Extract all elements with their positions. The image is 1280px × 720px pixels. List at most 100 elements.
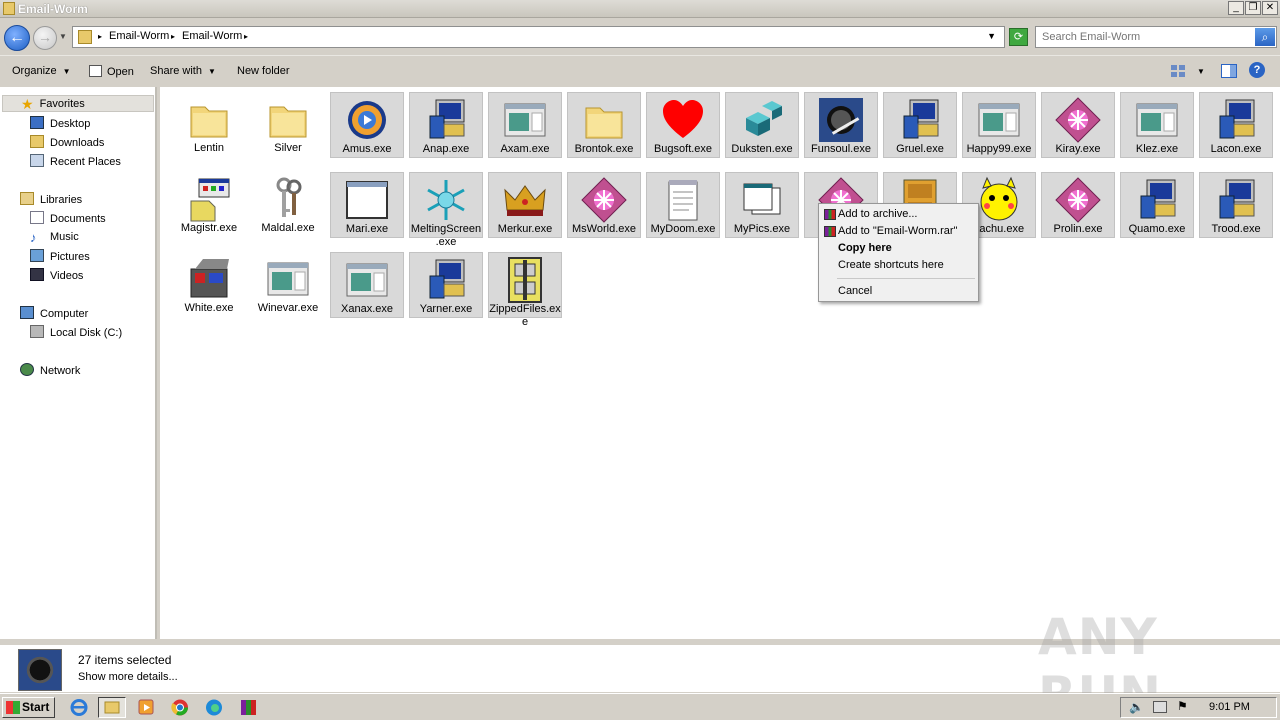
view-dropdown-icon[interactable]: ▼ [1197,67,1205,76]
file-name-label: Maldal.exe [261,222,315,234]
file-item[interactable]: Winevar.exe [251,252,325,318]
start-button[interactable]: Start [2,697,55,718]
menu-add-to-rar[interactable]: Add to "Email-Worm.rar" [821,223,976,240]
action-center-flag-icon[interactable]: ⚑ [1177,699,1188,713]
share-with-button[interactable]: Share with ▼ [150,65,216,77]
nav-pictures[interactable]: Pictures [30,249,90,266]
file-item[interactable]: Maldal.exe [251,172,325,238]
preview-pane-icon[interactable] [1221,64,1237,78]
recent-pages-dropdown-icon[interactable]: ▼ [59,32,67,41]
nav-desktop[interactable]: Desktop [30,116,90,133]
file-item[interactable]: Trood.exe [1199,172,1273,238]
file-item[interactable]: Bugsoft.exe [646,92,720,158]
organize-label: Organize [12,65,57,77]
new-folder-button[interactable]: New folder [237,65,290,77]
back-button[interactable]: ← [4,25,30,51]
breadcrumb-item[interactable]: Email-Worm [182,30,242,42]
nav-recent-places[interactable]: Recent Places [30,154,121,171]
file-item[interactable]: MeltingScreen.exe [409,172,483,248]
nav-favorites[interactable]: ★ Favorites [2,95,154,112]
search-input[interactable] [1042,28,1252,46]
file-item[interactable]: Magistr.exe [172,172,246,238]
nav-local-disk[interactable]: Local Disk (C:) [30,325,122,342]
breadcrumb-item[interactable]: Email-Worm [109,30,169,42]
nav-libraries[interactable]: Libraries [20,192,82,209]
show-more-details-link[interactable]: Show more details... [78,671,178,683]
address-bar[interactable]: ▸ Email-Worm ▸ Email-Worm ▸ ▼ [72,26,1005,48]
nav-downloads[interactable]: Downloads [30,135,104,152]
file-item[interactable]: Brontok.exe [567,92,641,158]
media-player-icon [138,699,154,715]
breadcrumb-arrow-icon[interactable]: ▸ [171,32,175,41]
file-item[interactable]: Funsoul.exe [804,92,878,158]
nav-network[interactable]: Network [20,363,80,380]
file-item[interactable]: Merkur.exe [488,172,562,238]
taskbar-ie[interactable] [65,697,93,718]
nav-videos[interactable]: Videos [30,268,83,285]
computer-icon [20,306,34,319]
file-item[interactable]: MyPics.exe [725,172,799,238]
menu-cancel[interactable]: Cancel [821,283,976,300]
file-item[interactable]: Anap.exe [409,92,483,158]
file-item[interactable]: Quamo.exe [1120,172,1194,238]
breadcrumb-arrow-icon[interactable]: ▸ [244,32,248,41]
taskbar-winrar[interactable] [234,697,262,718]
file-item[interactable]: White.exe [172,252,246,318]
forward-button[interactable]: → [33,26,57,50]
clock[interactable]: 9:01 PM [1209,701,1250,713]
breadcrumb-arrow-icon[interactable]: ▸ [98,32,102,41]
file-item[interactable]: Duksten.exe [725,92,799,158]
maximize-button[interactable]: ❐ [1245,1,1261,15]
file-name-label: Prolin.exe [1053,223,1103,235]
notepad-icon [659,176,707,224]
menu-create-shortcuts[interactable]: Create shortcuts here [821,257,976,274]
menu-label: Add to "Email-Worm.rar" [838,225,958,237]
help-icon[interactable]: ? [1249,62,1265,78]
documents-icon [30,211,44,224]
file-item[interactable]: MyDoom.exe [646,172,720,238]
address-dropdown-icon[interactable]: ▼ [987,31,996,41]
refresh-button[interactable]: ⟳ [1009,28,1028,46]
file-name-label: Brontok.exe [574,143,634,155]
taskbar-explorer[interactable] [98,697,126,718]
file-item[interactable]: Mari.exe [330,172,404,238]
file-item[interactable]: Happy99.exe [962,92,1036,158]
file-item[interactable]: Yarner.exe [409,252,483,318]
nav-computer[interactable]: Computer [20,306,88,323]
file-name-label: Bugsoft.exe [653,143,713,155]
organize-button[interactable]: Organize ▼ [12,65,71,77]
system-tray: 🔈 ⚑ [1120,697,1277,718]
file-item[interactable]: Axam.exe [488,92,562,158]
taskbar-edge[interactable] [200,697,228,718]
taskbar-media-player[interactable] [132,697,160,718]
file-item[interactable]: MsWorld.exe [567,172,641,238]
file-item[interactable]: Amus.exe [330,92,404,158]
menu-add-to-archive[interactable]: Add to archive... [821,206,976,223]
file-item[interactable]: Gruel.exe [883,92,957,158]
file-item[interactable]: Silver [251,92,325,158]
file-item[interactable]: ZippedFiles.exe [488,252,562,328]
file-name-label: Anap.exe [422,143,470,155]
search-icon[interactable]: ⌕ [1255,28,1275,46]
volume-icon[interactable]: 🔈 [1129,700,1144,714]
menu-copy-here[interactable]: Copy here [821,240,976,257]
close-button[interactable]: ✕ [1262,1,1278,15]
minimize-button[interactable]: _ [1228,1,1244,15]
file-name-label: Lentin [194,142,224,154]
navigation-pane: ★ Favorites Desktop Downloads Recent Plac… [0,87,157,639]
change-view-icon[interactable] [1170,64,1186,78]
nav-documents[interactable]: Documents [30,211,106,228]
winrar-icon [824,226,836,237]
file-item[interactable]: Prolin.exe [1041,172,1115,238]
start-label: Start [22,700,50,714]
file-item[interactable]: Xanax.exe [330,252,404,318]
open-button[interactable]: Open [89,65,134,78]
file-item[interactable]: Lacon.exe [1199,92,1273,158]
taskbar-chrome[interactable] [166,697,194,718]
nav-music[interactable]: ♪ Music [30,230,79,247]
file-item[interactable]: Lentin [172,92,246,158]
network-tray-icon[interactable] [1153,701,1167,713]
file-item[interactable]: Klez.exe [1120,92,1194,158]
file-item[interactable]: Kiray.exe [1041,92,1115,158]
file-name-label: MsWorld.exe [572,223,636,235]
